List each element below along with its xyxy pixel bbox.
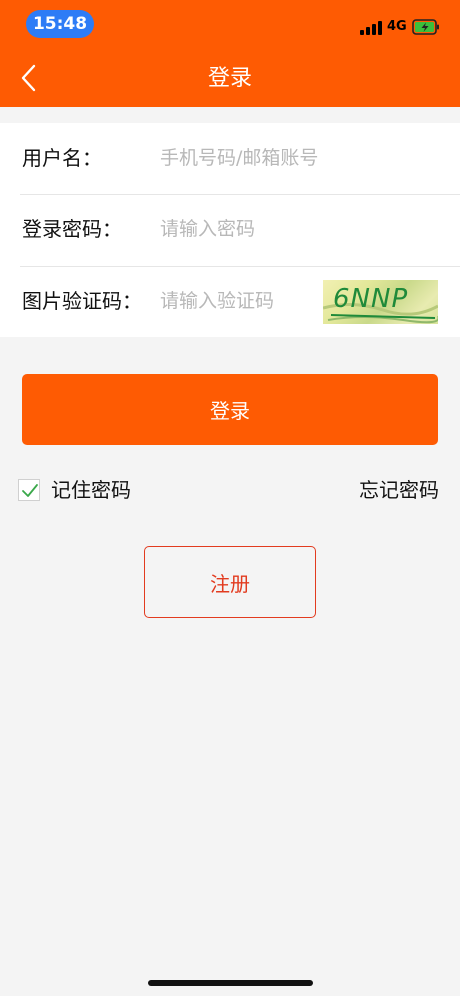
signal-icon: [360, 21, 382, 35]
checkmark-icon: [22, 484, 38, 497]
status-bar: 15:48 4G: [0, 0, 460, 48]
nav-bar: 登录: [0, 48, 460, 107]
password-label: 登录密码：: [22, 217, 122, 241]
battery-charging-icon: [412, 19, 439, 35]
username-label: 用户名：: [22, 146, 102, 170]
status-time: 15:48: [26, 10, 94, 38]
captcha-image[interactable]: 6NNP: [323, 280, 438, 324]
header: 15:48 4G 登录: [0, 0, 460, 107]
captcha-input[interactable]: [160, 284, 315, 318]
page-title: 登录: [207, 66, 252, 91]
captcha-label: 图片验证码：: [22, 289, 142, 313]
remember-label: 记住密码: [51, 478, 131, 502]
login-button[interactable]: 登录: [22, 374, 438, 445]
remember-checkbox[interactable]: [18, 479, 40, 501]
captcha-row: 图片验证码： 6NNP: [0, 266, 460, 337]
username-row: 用户名：: [0, 123, 460, 194]
password-input[interactable]: [160, 212, 440, 246]
login-form: 用户名： 登录密码： 图片验证码： 6NNP: [0, 123, 460, 337]
forgot-password-link[interactable]: 忘记密码: [359, 477, 439, 503]
network-type: 4G: [387, 19, 407, 34]
remember-password-toggle[interactable]: 记住密码: [18, 477, 131, 503]
captcha-text: 6NNP: [333, 284, 409, 314]
register-button[interactable]: 注册: [144, 546, 316, 618]
password-row: 登录密码：: [0, 194, 460, 265]
home-indicator[interactable]: [148, 980, 313, 986]
username-input[interactable]: [160, 141, 440, 175]
